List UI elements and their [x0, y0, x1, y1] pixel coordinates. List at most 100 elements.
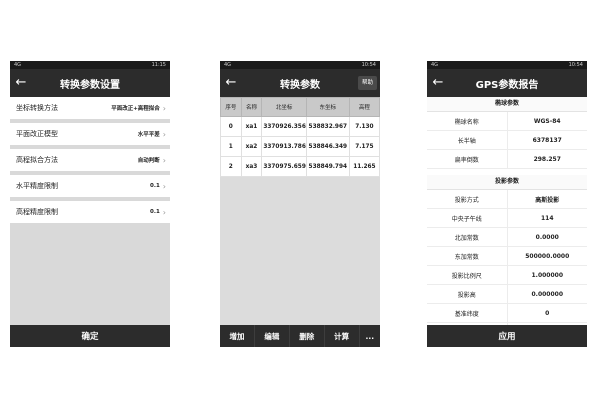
chevron-right-icon: › — [162, 181, 166, 191]
setting-value: 0.1 — [150, 183, 160, 189]
signal-indicator: 4G — [431, 62, 439, 68]
settings-list: 坐标转换方法 平面改正+高程拟合 › 平面改正模型 水平平差 › 高程拟合方法 … — [10, 97, 170, 325]
setting-label: 高程精度限制 — [16, 208, 58, 216]
table-row[interactable]: 0 xa1 3370926.356 538832.967 7.130 — [220, 116, 380, 137]
cell-east: 538849.794 — [305, 156, 350, 177]
apply-button[interactable]: 应用 — [427, 325, 587, 347]
column-header: 名称 — [240, 97, 263, 117]
report-row: 扁率倒数 298.257 — [427, 150, 587, 169]
setting-label: 高程拟合方法 — [16, 156, 58, 164]
setting-label: 平面改正模型 — [16, 130, 58, 138]
report-row: 基准纬度 0 — [427, 304, 587, 323]
setting-label: 坐标转换方法 — [16, 104, 58, 112]
add-button[interactable]: 增加 — [220, 325, 255, 347]
help-button[interactable]: 帮助 — [357, 76, 377, 90]
table-header: 序号 名称 北坐标 东坐标 高程 — [220, 97, 380, 117]
confirm-button[interactable]: 确定 — [10, 325, 170, 347]
report-row: 椭球名称 WGS-84 — [427, 112, 587, 131]
column-header: 北坐标 — [261, 97, 307, 117]
report-row: 中央子午线 114 — [427, 209, 587, 228]
column-header: 高程 — [348, 97, 380, 117]
report-row: 投影高 0.000000 — [427, 285, 587, 304]
column-header: 东坐标 — [305, 97, 350, 117]
phone-gps-report: 4G 10:54 ← GPS参数报告 椭球参数 椭球名称 WGS-84 长半轴 … — [427, 61, 587, 347]
cell-elevation: 7.175 — [348, 136, 380, 157]
title-bar: ← 转换参数设置 — [10, 69, 170, 97]
cell-elevation: 11.265 — [348, 156, 380, 177]
title-bar: ← 转换参数 帮助 — [220, 69, 380, 97]
cell-index: 0 — [220, 116, 242, 137]
report-key: 扁率倒数 — [427, 150, 508, 168]
setting-row-plane-model[interactable]: 平面改正模型 水平平差 › — [10, 123, 170, 145]
table-row[interactable]: 1 xa2 3370913.786 538846.349 7.175 — [220, 136, 380, 157]
back-arrow-icon[interactable]: ← — [10, 69, 32, 97]
cell-north: 3370913.786 — [261, 136, 307, 157]
edit-button[interactable]: 编辑 — [255, 325, 290, 347]
cell-elevation: 7.130 — [348, 116, 380, 137]
setting-value: 自动判断 — [137, 158, 160, 164]
clock: 10:54 — [361, 62, 376, 68]
report-key: 椭球名称 — [427, 112, 508, 130]
phone-conversion-parameters: 4G 10:54 ← 转换参数 帮助 序号 名称 北坐标 东坐标 高程 0 xa… — [220, 61, 380, 347]
points-table-area: 序号 名称 北坐标 东坐标 高程 0 xa1 3370926.356 53883… — [220, 97, 380, 325]
setting-value: 水平平差 — [137, 132, 160, 138]
report-key: 东加常数 — [427, 247, 508, 265]
chevron-right-icon: › — [162, 129, 166, 139]
setting-value: 0.1 — [150, 209, 160, 215]
calculate-button[interactable]: 计算 — [325, 325, 360, 347]
report-row: 东加常数 500000.0000 — [427, 247, 587, 266]
setting-label: 水平精度限制 — [16, 182, 58, 190]
setting-row-horizontal-precision[interactable]: 水平精度限制 0.1 › — [10, 175, 170, 197]
report-row: 长半轴 6378137 — [427, 131, 587, 150]
table-row[interactable]: 2 xa3 3370975.659 538849.794 11.265 — [220, 156, 380, 177]
report-row: 投影比例尺 1.000000 — [427, 266, 587, 285]
title-bar: ← GPS参数报告 — [427, 69, 587, 97]
back-arrow-icon[interactable]: ← — [220, 69, 242, 97]
page-title: 转换参数 — [280, 79, 320, 91]
cell-north: 3370926.356 — [261, 116, 307, 137]
report-key: 投影方式 — [427, 190, 508, 208]
report-content: 椭球参数 椭球名称 WGS-84 长半轴 6378137 扁率倒数 298.25… — [427, 97, 587, 325]
cell-name: xa2 — [240, 136, 263, 157]
report-value: 298.257 — [533, 155, 561, 163]
chevron-right-icon: › — [162, 207, 166, 217]
setting-row-conversion-method[interactable]: 坐标转换方法 平面改正+高程拟合 › — [10, 97, 170, 119]
chevron-right-icon: › — [162, 103, 166, 113]
back-arrow-icon[interactable]: ← — [427, 69, 449, 97]
report-value: WGS-84 — [533, 117, 561, 125]
report-value: 0.000000 — [531, 290, 563, 298]
setting-row-elevation-precision[interactable]: 高程精度限制 0.1 › — [10, 201, 170, 223]
status-bar: 4G 10:54 — [427, 61, 587, 69]
status-bar: 4G 10:54 — [220, 61, 380, 69]
cell-index: 2 — [220, 156, 242, 177]
page-title: GPS参数报告 — [475, 79, 539, 91]
page-title: 转换参数设置 — [60, 79, 120, 91]
delete-button[interactable]: 删除 — [290, 325, 325, 347]
report-value: 高斯投影 — [535, 196, 560, 204]
signal-indicator: 4G — [14, 62, 22, 68]
more-button[interactable]: ... — [360, 325, 380, 347]
cell-east: 538832.967 — [305, 116, 350, 137]
column-header: 序号 — [220, 97, 242, 117]
report-key: 北加常数 — [427, 228, 508, 246]
phone-conversion-settings: 4G 11:15 ← 转换参数设置 坐标转换方法 平面改正+高程拟合 › 平面改… — [10, 61, 170, 347]
setting-value: 平面改正+高程拟合 — [111, 106, 160, 112]
report-key: 长半轴 — [427, 131, 508, 149]
report-value: 0.0000 — [535, 233, 559, 241]
report-value: 0 — [545, 309, 550, 317]
cell-name: xa1 — [240, 116, 263, 137]
cell-north: 3370975.659 — [261, 156, 307, 177]
setting-row-elevation-fit[interactable]: 高程拟合方法 自动判断 › — [10, 149, 170, 171]
section-title-projection: 投影参数 — [427, 175, 587, 190]
points-table: 序号 名称 北坐标 东坐标 高程 0 xa1 3370926.356 53883… — [220, 97, 380, 177]
chevron-right-icon: › — [162, 155, 166, 165]
signal-indicator: 4G — [224, 62, 232, 68]
cell-name: xa3 — [240, 156, 263, 177]
cell-east: 538846.349 — [305, 136, 350, 157]
clock: 11:15 — [151, 62, 166, 68]
status-bar: 4G 11:15 — [10, 61, 170, 69]
report-key: 投影高 — [427, 285, 508, 303]
report-value: 500000.0000 — [525, 252, 570, 260]
cell-index: 1 — [220, 136, 242, 157]
report-key: 投影比例尺 — [427, 266, 508, 284]
